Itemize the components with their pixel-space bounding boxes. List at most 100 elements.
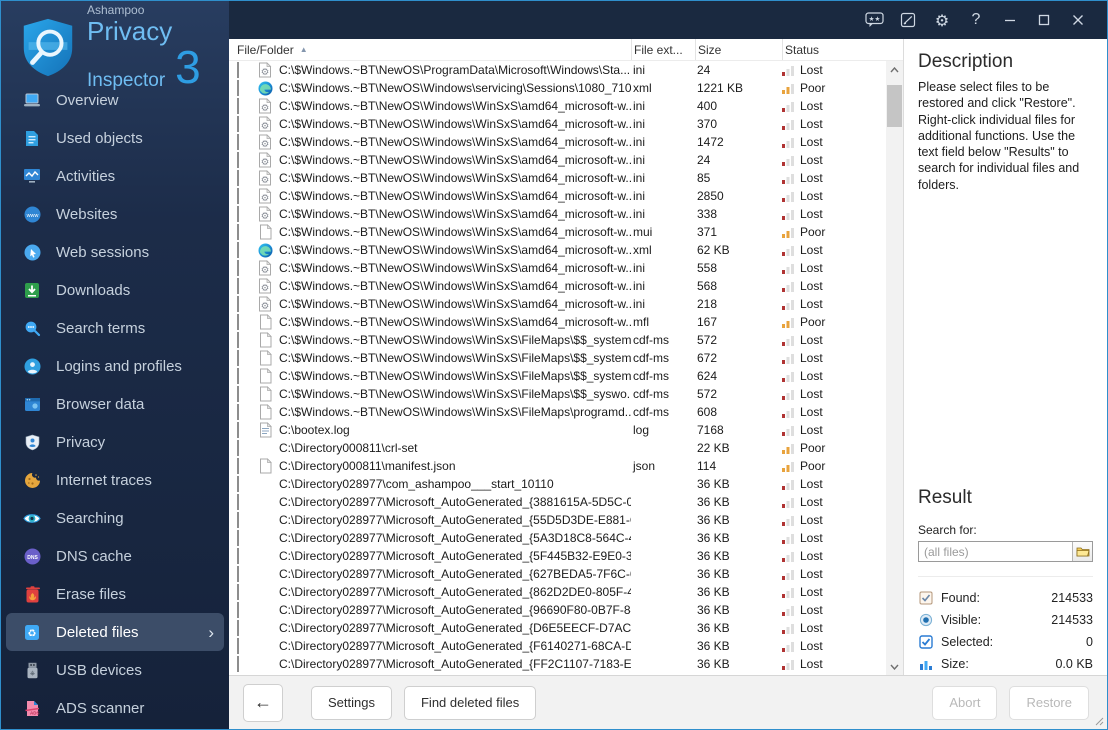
scroll-up-icon[interactable]	[886, 61, 903, 78]
sidebar-item-usb-devices[interactable]: ⎈ USB devices	[6, 651, 224, 689]
scroll-down-icon[interactable]	[886, 658, 903, 675]
close-icon[interactable]	[1061, 5, 1095, 35]
sidebar-item-browser-data[interactable]: Browser data	[6, 385, 224, 423]
table-row[interactable]: C:\Directory028977\Microsoft_AutoGenerat…	[229, 511, 886, 529]
row-checkbox[interactable]	[237, 440, 239, 456]
minimize-icon[interactable]	[993, 5, 1027, 35]
row-checkbox[interactable]	[237, 332, 239, 348]
table-row[interactable]: C:\Directory028977\com_ashampoo___start_…	[229, 475, 886, 493]
row-checkbox[interactable]	[237, 512, 239, 528]
sidebar-item-logins-and-profiles[interactable]: Logins and profiles	[6, 347, 224, 385]
row-checkbox[interactable]	[237, 566, 239, 582]
maximize-icon[interactable]	[1027, 5, 1061, 35]
column-header-size[interactable]: Size	[695, 39, 782, 60]
row-checkbox[interactable]	[237, 170, 239, 186]
row-checkbox[interactable]	[237, 494, 239, 510]
table-row[interactable]: ⚙ C:\$Windows.~BT\NewOS\Windows\WinSxS\am…	[229, 151, 886, 169]
sidebar-item-deleted-files[interactable]: ♻ Deleted files ›	[6, 613, 224, 651]
restore-button[interactable]: Restore	[1009, 685, 1089, 720]
table-row[interactable]: ⚙ C:\$Windows.~BT\NewOS\Windows\WinSxS\am…	[229, 295, 886, 313]
sidebar-item-websites[interactable]: www Websites	[6, 195, 224, 233]
sidebar-item-ads-scanner[interactable]: ADS ADS scanner	[6, 689, 224, 727]
row-checkbox[interactable]	[237, 458, 239, 474]
table-row[interactable]: ⚙ C:\$Windows.~BT\NewOS\Windows\WinSxS\am…	[229, 259, 886, 277]
sidebar-item-erase-files[interactable]: Erase files	[6, 575, 224, 613]
table-row[interactable]: C:\Directory028977\Microsoft_AutoGenerat…	[229, 529, 886, 547]
sidebar-item-overview[interactable]: Overview	[6, 81, 224, 119]
row-checkbox[interactable]	[237, 62, 239, 78]
sidebar-item-downloads[interactable]: Downloads	[6, 271, 224, 309]
row-checkbox[interactable]	[237, 260, 239, 276]
scrollbar-thumb[interactable]	[887, 85, 902, 127]
row-checkbox[interactable]	[237, 368, 239, 384]
browse-folder-button[interactable]	[1072, 542, 1092, 561]
column-header-status[interactable]: Status	[782, 39, 903, 60]
row-checkbox[interactable]	[237, 152, 239, 168]
find-deleted-files-button[interactable]: Find deleted files	[403, 685, 537, 720]
table-row[interactable]: C:\$Windows.~BT\NewOS\Windows\WinSxS\Fil…	[229, 367, 886, 385]
feedback-icon[interactable]: ★★	[857, 5, 891, 35]
row-checkbox[interactable]	[237, 116, 239, 132]
row-checkbox[interactable]	[237, 638, 239, 654]
table-row[interactable]: ⚙ C:\$Windows.~BT\NewOS\Windows\WinSxS\am…	[229, 133, 886, 151]
table-row[interactable]: C:\$Windows.~BT\NewOS\Windows\WinSxS\amd…	[229, 223, 886, 241]
vertical-scrollbar[interactable]	[886, 61, 903, 675]
abort-button[interactable]: Abort	[932, 685, 998, 720]
table-row[interactable]: C:\Directory028977\Microsoft_AutoGenerat…	[229, 619, 886, 637]
settings-button[interactable]: Settings	[311, 685, 392, 720]
sidebar-item-activities[interactable]: Activities	[6, 157, 224, 195]
table-row[interactable]: C:\$Windows.~BT\NewOS\Windows\WinSxS\amd…	[229, 241, 886, 259]
row-checkbox[interactable]	[237, 404, 239, 420]
sidebar-item-searching[interactable]: Searching	[6, 499, 224, 537]
column-header-file-ext[interactable]: File ext...	[631, 39, 695, 60]
table-row[interactable]: C:\$Windows.~BT\NewOS\Windows\WinSxS\Fil…	[229, 403, 886, 421]
table-row[interactable]: C:\bootex.log log 7168 Lost	[229, 421, 886, 439]
table-row[interactable]: C:\$Windows.~BT\NewOS\Windows\WinSxS\Fil…	[229, 349, 886, 367]
table-row[interactable]: ⚙ C:\$Windows.~BT\NewOS\Windows\WinSxS\am…	[229, 187, 886, 205]
row-checkbox[interactable]	[237, 206, 239, 222]
row-checkbox[interactable]	[237, 314, 239, 330]
back-button[interactable]: ←	[243, 683, 283, 722]
row-checkbox[interactable]	[237, 476, 239, 492]
settings-gear-icon[interactable]: ⚙	[925, 5, 959, 35]
table-row[interactable]: ⚙ C:\$Windows.~BT\NewOS\Windows\WinSxS\am…	[229, 205, 886, 223]
notes-icon[interactable]	[891, 5, 925, 35]
row-checkbox[interactable]	[237, 548, 239, 564]
row-checkbox[interactable]	[237, 602, 239, 618]
row-checkbox[interactable]	[237, 620, 239, 636]
sidebar-item-search-terms[interactable]: Search terms	[6, 309, 224, 347]
table-row[interactable]: C:\$Windows.~BT\NewOS\Windows\WinSxS\amd…	[229, 313, 886, 331]
table-row[interactable]: C:\Directory028977\Microsoft_AutoGenerat…	[229, 601, 886, 619]
table-row[interactable]: C:\Directory028977\Microsoft_AutoGenerat…	[229, 547, 886, 565]
resize-grip[interactable]	[1094, 716, 1104, 726]
table-row[interactable]: ⚙ C:\$Windows.~BT\NewOS\Windows\WinSxS\am…	[229, 115, 886, 133]
search-input[interactable]	[918, 541, 1093, 562]
help-icon[interactable]: ?	[959, 5, 993, 35]
sidebar-item-dns-cache[interactable]: DNS DNS cache	[6, 537, 224, 575]
row-checkbox[interactable]	[237, 530, 239, 546]
table-row[interactable]: C:\Directory028977\Microsoft_AutoGenerat…	[229, 493, 886, 511]
table-row[interactable]: C:\Directory028977\Microsoft_AutoGenerat…	[229, 655, 886, 673]
row-checkbox[interactable]	[237, 134, 239, 150]
row-checkbox[interactable]	[237, 656, 239, 672]
row-checkbox[interactable]	[237, 584, 239, 600]
table-row[interactable]: C:\Directory028977\Microsoft_AutoGenerat…	[229, 565, 886, 583]
column-header-file-folder[interactable]: File/Folder ▲	[229, 39, 631, 60]
table-row[interactable]: C:\$Windows.~BT\NewOS\Windows\servicing\…	[229, 79, 886, 97]
table-row[interactable]: C:\Directory028977\Microsoft_AutoGenerat…	[229, 637, 886, 655]
sidebar-item-internet-traces[interactable]: Internet traces	[6, 461, 224, 499]
table-row[interactable]: ⚙ C:\$Windows.~BT\NewOS\Windows\WinSxS\am…	[229, 97, 886, 115]
row-checkbox[interactable]	[237, 386, 239, 402]
table-row[interactable]: C:\Directory000811\crl-set 22 KB Poor	[229, 439, 886, 457]
table-row[interactable]: C:\$Windows.~BT\NewOS\Windows\WinSxS\Fil…	[229, 385, 886, 403]
row-checkbox[interactable]	[237, 242, 239, 258]
sidebar-item-used-objects[interactable]: Used objects	[6, 119, 224, 157]
table-row[interactable]: C:\Directory028977\Microsoft_AutoGenerat…	[229, 583, 886, 601]
sidebar-item-web-sessions[interactable]: Web sessions	[6, 233, 224, 271]
table-row[interactable]: ⚙ C:\$Windows.~BT\NewOS\Windows\WinSxS\am…	[229, 277, 886, 295]
table-row[interactable]: C:\$Windows.~BT\NewOS\Windows\WinSxS\Fil…	[229, 331, 886, 349]
row-checkbox[interactable]	[237, 188, 239, 204]
row-checkbox[interactable]	[237, 98, 239, 114]
table-row[interactable]: ⚙ C:\$Windows.~BT\NewOS\Windows\WinSxS\am…	[229, 169, 886, 187]
table-row[interactable]: C:\Directory000811\manifest.json json 114 P…	[229, 457, 886, 475]
